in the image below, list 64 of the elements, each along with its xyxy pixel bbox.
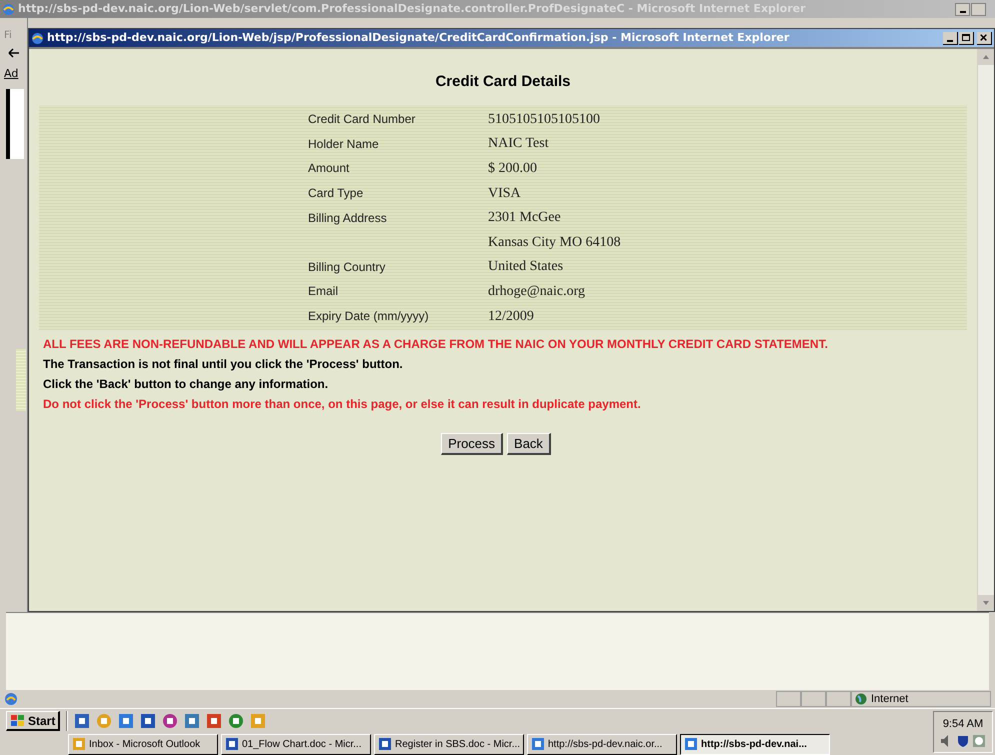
start-button[interactable]: Start — [6, 711, 60, 731]
browser-icon — [31, 32, 44, 44]
instruction-text: Click the 'Back' button to change any information. — [43, 376, 330, 394]
field-label: Expiry Date (mm/yyyy) — [307, 308, 430, 326]
taskbar-button[interactable]: 01_Flow Chart.doc - Micr... — [221, 734, 371, 754]
document-icon — [225, 737, 239, 751]
field-label: Billing Country — [307, 258, 386, 276]
field-value: NAIC Test — [488, 135, 549, 154]
field-value: drhoge@naic.org — [488, 282, 585, 301]
address-label: Ad — [4, 66, 20, 82]
document-icon — [72, 737, 86, 751]
close-icon[interactable] — [977, 32, 992, 44]
sidebar-pattern — [16, 348, 26, 410]
app-launcher-icon[interactable] — [206, 713, 222, 729]
field-label: Email — [307, 283, 340, 300]
status-pane — [776, 691, 801, 707]
window-title: http://sbs-pd-dev.naic.org/Lion-Web/jsp/ProfessionalDesignate/CreditCardConfirmation.jsp - Microsoft Internet Explorer — [47, 30, 790, 46]
status-pane — [801, 691, 826, 707]
app-launcher-icon[interactable] — [74, 713, 90, 729]
network-icon[interactable] — [972, 734, 986, 748]
form-button[interactable]: Process — [441, 433, 504, 456]
scroll-down-icon[interactable] — [978, 595, 994, 611]
field-value: 12/2009 — [488, 308, 534, 326]
toolbar-panel — [6, 88, 24, 158]
globe-icon — [855, 693, 867, 705]
taskbar-button[interactable]: Register in SBS.doc - Micr... — [374, 734, 524, 754]
maximize-button[interactable] — [959, 32, 974, 44]
field-value: Kansas City MO 64108 — [488, 234, 621, 252]
app-launcher-icon[interactable] — [184, 713, 200, 729]
taskbar-button[interactable]: Inbox - Microsoft Outlook — [68, 734, 218, 754]
minimize-button[interactable] — [955, 2, 970, 16]
taskbar-button[interactable]: http://sbs-pd-dev.naic.or... — [527, 734, 677, 754]
scroll-up-icon[interactable] — [978, 49, 994, 65]
field-label: Card Type — [307, 185, 364, 202]
browser-icon — [2, 2, 15, 16]
document-icon — [684, 737, 698, 751]
instruction-text: The Transaction is not final until you click the 'Process' button. — [43, 356, 404, 374]
form-button[interactable]: Back — [507, 433, 551, 456]
field-label: Credit Card Number — [307, 111, 416, 128]
shield-icon[interactable] — [956, 734, 970, 748]
back-arrow-icon[interactable] — [8, 48, 20, 58]
app-launcher-icon[interactable] — [118, 713, 134, 729]
taskbar-button[interactable]: http://sbs-pd-dev.nai... — [680, 734, 830, 754]
field-value: 5105105105105100 — [488, 110, 600, 129]
field-value: 2301 McGee — [488, 209, 561, 228]
document-icon — [378, 737, 392, 751]
field-value: United States — [488, 258, 564, 276]
clock: 9:54 AM — [942, 717, 984, 732]
warning-text: Do not click the 'Process' button more than once, on this page, or else it can result in duplicate payment. — [43, 396, 642, 414]
security-zone: Internet — [871, 692, 908, 707]
field-label: Amount — [307, 160, 350, 178]
app-launcher-icon[interactable] — [162, 713, 178, 729]
field-label: Billing Address — [307, 210, 388, 227]
field-value: VISA — [488, 184, 521, 203]
document-icon — [531, 737, 545, 751]
warning-text: ALL FEES ARE NON-REFUNDABLE AND WILL APPEAR AS A CHARGE FROM THE NAIC ON YOUR MONTHLY CREDIT CARD STATEMENT. — [43, 336, 829, 354]
app-launcher-icon[interactable] — [140, 713, 156, 729]
field-label: Holder Name — [307, 136, 380, 153]
app-launcher-icon[interactable] — [228, 713, 244, 729]
page-heading: Credit Card Details — [434, 72, 572, 92]
field-value: $ 200.00 — [488, 160, 537, 178]
windows-logo-icon — [10, 714, 26, 728]
minimize-button[interactable] — [943, 32, 958, 44]
page-icon — [4, 692, 18, 706]
